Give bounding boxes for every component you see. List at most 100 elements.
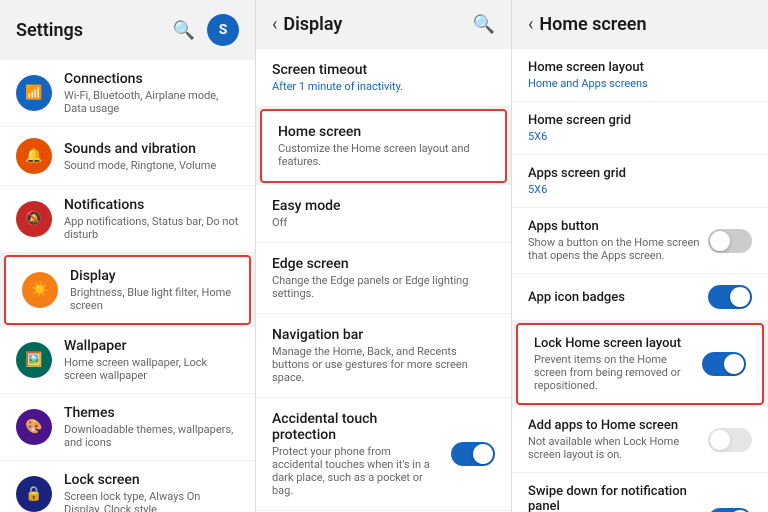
right-item-home-screen-layout[interactable]: Home screen layout Home and Apps screens [512,49,768,102]
item-title: Connections [64,71,239,87]
item-subtitle: Screen lock type, Always On Display, Clo… [64,490,239,512]
mid-item-subtitle: Protect your phone from accidental touch… [272,445,443,497]
mid-item-subtitle: Off [272,216,495,229]
right-item-subtitle: Show a button on the Home screen that op… [528,236,700,262]
mid-item-accidental-touch-protection[interactable]: Accidental touch protection Protect your… [256,398,511,511]
middle-header: ‹ Display 🔍 [256,0,511,49]
settings-item-display[interactable]: ☀️ Display Brightness, Blue light filter… [4,255,251,325]
right-item-title: Lock Home screen layout [534,336,694,351]
header-icons: 🔍 S [173,14,239,46]
right-item-title: Home screen layout [528,60,744,75]
item-subtitle: App notifications, Status bar, Do not di… [64,215,239,241]
item-title: Themes [64,405,239,421]
item-text: Connections Wi-Fi, Bluetooth, Airplane m… [64,71,239,115]
right-item-title: App icon badges [528,290,700,305]
item-text: Wallpaper Home screen wallpaper, Lock sc… [64,338,239,382]
search-icon-middle[interactable]: 🔍 [473,14,495,35]
item-icon: 📶 [16,75,52,111]
mid-item-text: Accidental touch protection Protect your… [272,411,443,497]
item-subtitle: Brightness, Blue light filter, Home scre… [70,286,233,312]
settings-item-sounds-and-vibration[interactable]: 🔔 Sounds and vibration Sound mode, Ringt… [0,127,255,186]
item-icon: 🖼️ [16,342,52,378]
right-list: Home screen layout Home and Apps screens… [512,49,768,512]
right-item-subtitle: 5X6 [528,183,744,196]
settings-item-connections[interactable]: 📶 Connections Wi-Fi, Bluetooth, Airplane… [0,60,255,127]
mid-item-title: Accidental touch protection [272,411,443,443]
middle-title: Display [283,14,342,35]
right-item-add-apps-to-home-screen[interactable]: Add apps to Home screen Not available wh… [512,407,768,473]
right-item-title: Swipe down for notification panel [528,484,700,512]
item-subtitle: Downloadable themes, wallpapers, and ico… [64,423,239,449]
settings-item-wallpaper[interactable]: 🖼️ Wallpaper Home screen wallpaper, Lock… [0,327,255,394]
item-subtitle: Home screen wallpaper, Lock screen wallp… [64,356,239,382]
item-icon: 🔔 [16,138,52,174]
right-item-title: Apps button [528,219,700,234]
search-icon[interactable]: 🔍 [173,20,195,41]
toggle-lock-home-screen-layout[interactable] [702,352,746,376]
right-item-subtitle: Home and Apps screens [528,77,744,90]
right-item-text: Apps button Show a button on the Home sc… [528,219,700,262]
right-item-text: Apps screen grid 5X6 [528,166,744,196]
item-icon: 🎨 [16,409,52,445]
right-item-text: App icon badges [528,290,700,305]
mid-item-edge-screen[interactable]: Edge screen Change the Edge panels or Ed… [256,243,511,314]
item-text: Notifications App notifications, Status … [64,197,239,241]
left-panel: Settings 🔍 S 📶 Connections Wi-Fi, Blueto… [0,0,256,512]
middle-panel: ‹ Display 🔍 Screen timeout After 1 minut… [256,0,512,512]
right-header-left: ‹ Home screen [528,14,647,35]
mid-item-subtitle: Customize the Home screen layout and fea… [278,142,489,168]
settings-item-themes[interactable]: 🎨 Themes Downloadable themes, wallpapers… [0,394,255,461]
mid-item-screen-timeout[interactable]: Screen timeout After 1 minute of inactiv… [256,49,511,107]
left-header: Settings 🔍 S [0,0,255,60]
toggle-apps-button[interactable] [708,229,752,253]
right-item-subtitle: 5X6 [528,130,744,143]
right-item-swipe-down-for-notification-panel[interactable]: Swipe down for notification panel Open t… [512,473,768,512]
right-item-text: Swipe down for notification panel Open t… [528,484,700,512]
item-text: Sounds and vibration Sound mode, Rington… [64,141,239,172]
item-text: Themes Downloadable themes, wallpapers, … [64,405,239,449]
toggle-add-apps-to-home-screen[interactable] [708,428,752,452]
mid-item-subtitle: Manage the Home, Back, and Recents butto… [272,345,495,384]
right-item-home-screen-grid[interactable]: Home screen grid 5X6 [512,102,768,155]
mid-item-row: Accidental touch protection Protect your… [272,411,495,497]
middle-header-left: ‹ Display [272,14,342,35]
item-subtitle: Wi-Fi, Bluetooth, Airplane mode, Data us… [64,89,239,115]
back-icon[interactable]: ‹ [272,14,277,35]
right-item-title: Home screen grid [528,113,744,128]
right-header: ‹ Home screen [512,0,768,49]
toggle-swipe-down-for-notification-panel[interactable] [708,508,752,512]
mid-item-title: Screen timeout [272,62,495,78]
mid-item-home-screen[interactable]: Home screen Customize the Home screen la… [260,109,507,183]
back-icon-right[interactable]: ‹ [528,14,533,35]
right-item-text: Lock Home screen layout Prevent items on… [534,336,694,392]
right-panel: ‹ Home screen Home screen layout Home an… [512,0,768,512]
item-icon: 🔕 [16,201,52,237]
item-title: Wallpaper [64,338,239,354]
item-text: Lock screen Screen lock type, Always On … [64,472,239,512]
right-item-apps-screen-grid[interactable]: Apps screen grid 5X6 [512,155,768,208]
settings-list: 📶 Connections Wi-Fi, Bluetooth, Airplane… [0,60,255,512]
right-item-lock-home-screen-layout[interactable]: Lock Home screen layout Prevent items on… [516,323,764,405]
item-icon: ☀️ [22,272,58,308]
mid-item-navigation-bar[interactable]: Navigation bar Manage the Home, Back, an… [256,314,511,398]
mid-item-title: Navigation bar [272,327,495,343]
left-title: Settings [16,20,83,41]
item-subtitle: Sound mode, Ringtone, Volume [64,159,239,172]
right-item-app-icon-badges[interactable]: App icon badges [512,274,768,321]
item-title: Sounds and vibration [64,141,239,157]
right-item-subtitle: Prevent items on the Home screen from be… [534,353,694,392]
avatar[interactable]: S [207,14,239,46]
item-text: Display Brightness, Blue light filter, H… [70,268,233,312]
right-item-subtitle: Not available when Lock Home screen layo… [528,435,700,461]
toggle-accidental-touch-protection[interactable] [451,442,495,466]
mid-item-subtitle: Change the Edge panels or Edge lighting … [272,274,495,300]
mid-item-title: Home screen [278,124,489,140]
mid-item-easy-mode[interactable]: Easy mode Off [256,185,511,243]
settings-item-notifications[interactable]: 🔕 Notifications App notifications, Statu… [0,186,255,253]
right-item-apps-button[interactable]: Apps button Show a button on the Home sc… [512,208,768,274]
mid-item-title: Easy mode [272,198,495,214]
item-icon: 🔒 [16,476,52,512]
right-item-title: Apps screen grid [528,166,744,181]
toggle-app-icon-badges[interactable] [708,285,752,309]
settings-item-lock-screen[interactable]: 🔒 Lock screen Screen lock type, Always O… [0,461,255,512]
